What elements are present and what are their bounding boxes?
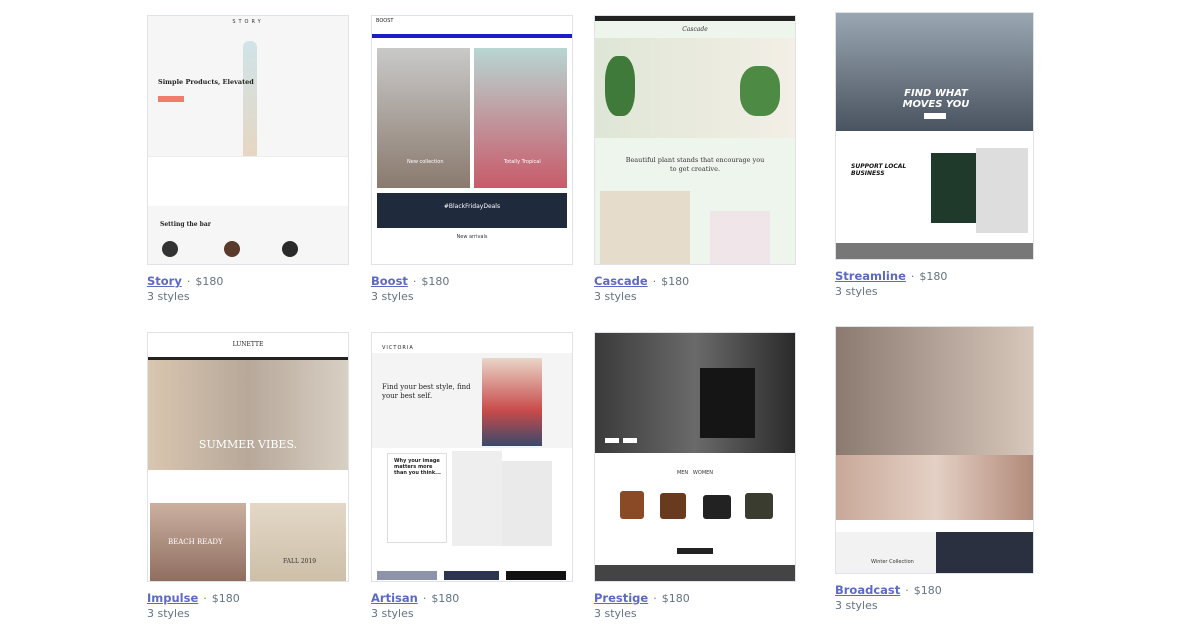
- preview-headline: Beautiful plant stands that encourage yo…: [625, 156, 765, 173]
- price: $180: [919, 270, 948, 283]
- preview-logo: VICTORIA: [382, 345, 414, 351]
- preview-right-caption: Totally Tropical: [504, 159, 541, 165]
- styles-count: 3 styles: [835, 599, 878, 612]
- theme-preview-streamline[interactable]: FIND WHAT MOVES YOU SUPPORT LOCAL BUSINE…: [835, 12, 1034, 260]
- preview-footer: New arrivals: [456, 234, 488, 240]
- theme-preview-artisan[interactable]: VICTORIA Find your best style, find your…: [371, 332, 573, 582]
- price: $180: [913, 584, 942, 597]
- theme-card-cascade: Cascade Beautiful plant stands that enco…: [594, 15, 796, 304]
- preview-headline: SUMMER VIBES.: [198, 438, 298, 451]
- theme-link-cascade[interactable]: Cascade: [594, 274, 648, 288]
- preview-logo: Cascade: [682, 26, 708, 33]
- price: $180: [195, 275, 224, 288]
- theme-preview-impulse[interactable]: LUNETTE SUMMER VIBES. BEACH READY FALL 2…: [147, 332, 349, 582]
- price: $180: [661, 592, 690, 605]
- styles-count: 3 styles: [594, 607, 637, 620]
- price: $180: [661, 275, 690, 288]
- theme-card-streamline: FIND WHAT MOVES YOU SUPPORT LOCAL BUSINE…: [835, 12, 1034, 299]
- theme-preview-prestige[interactable]: MEN WOMEN: [594, 332, 796, 582]
- preview-section: Why your image matters more than you thi…: [394, 458, 441, 476]
- styles-count: 3 styles: [147, 607, 190, 620]
- styles-count: 3 styles: [371, 607, 414, 620]
- styles-count: 3 styles: [371, 290, 414, 303]
- theme-link-streamline[interactable]: Streamline: [835, 269, 906, 283]
- preview-tabs: MEN WOMEN: [676, 470, 714, 476]
- theme-card-impulse: LUNETTE SUMMER VIBES. BEACH READY FALL 2…: [147, 332, 349, 621]
- preview-logo: BOOST: [376, 18, 394, 24]
- styles-count: 3 styles: [147, 290, 190, 303]
- price: $180: [431, 592, 460, 605]
- theme-preview-story[interactable]: STORY Simple Products, Elevated Setting …: [147, 15, 349, 265]
- theme-link-impulse[interactable]: Impulse: [147, 591, 198, 605]
- price: $180: [211, 592, 240, 605]
- styles-count: 3 styles: [594, 290, 637, 303]
- theme-link-story[interactable]: Story: [147, 274, 182, 288]
- preview-logo: STORY: [232, 19, 264, 25]
- preview-logo: LUNETTE: [232, 341, 264, 348]
- theme-card-artisan: VICTORIA Find your best style, find your…: [371, 332, 573, 621]
- theme-preview-cascade[interactable]: Cascade Beautiful plant stands that enco…: [594, 15, 796, 265]
- theme-card-broadcast: Winter Collection Broadcast · $180 3 styles: [835, 326, 1034, 613]
- theme-card-boost: BOOST New collection Totally Tropical #B…: [371, 15, 573, 304]
- theme-preview-boost[interactable]: BOOST New collection Totally Tropical #B…: [371, 15, 573, 265]
- theme-link-prestige[interactable]: Prestige: [594, 591, 648, 605]
- theme-card-prestige: MEN WOMEN Prestige · $180 3 styles: [594, 332, 796, 621]
- preview-headline: FIND WHAT MOVES YOU: [902, 88, 970, 110]
- preview-left-caption: New collection: [407, 159, 444, 165]
- preview-section: Setting the bar: [160, 221, 211, 228]
- theme-link-artisan[interactable]: Artisan: [371, 591, 418, 605]
- preview-section: Winter Collection: [871, 559, 914, 565]
- theme-link-broadcast[interactable]: Broadcast: [835, 583, 900, 597]
- theme-preview-broadcast[interactable]: Winter Collection: [835, 326, 1034, 574]
- preview-right-caption: FALL 2019: [283, 558, 317, 565]
- preview-headline: Simple Products, Elevated: [158, 78, 254, 86]
- preview-headline: Find your best style, find your best sel…: [382, 383, 471, 400]
- preview-section: SUPPORT LOCAL BUSINESS: [851, 163, 907, 177]
- preview-left-caption: BEACH READY: [168, 538, 223, 546]
- theme-link-boost[interactable]: Boost: [371, 274, 408, 288]
- price: $180: [421, 275, 450, 288]
- preview-banner: #BlackFridayDeals: [443, 203, 501, 210]
- styles-count: 3 styles: [835, 285, 878, 298]
- theme-card-story: STORY Simple Products, Elevated Setting …: [147, 15, 349, 304]
